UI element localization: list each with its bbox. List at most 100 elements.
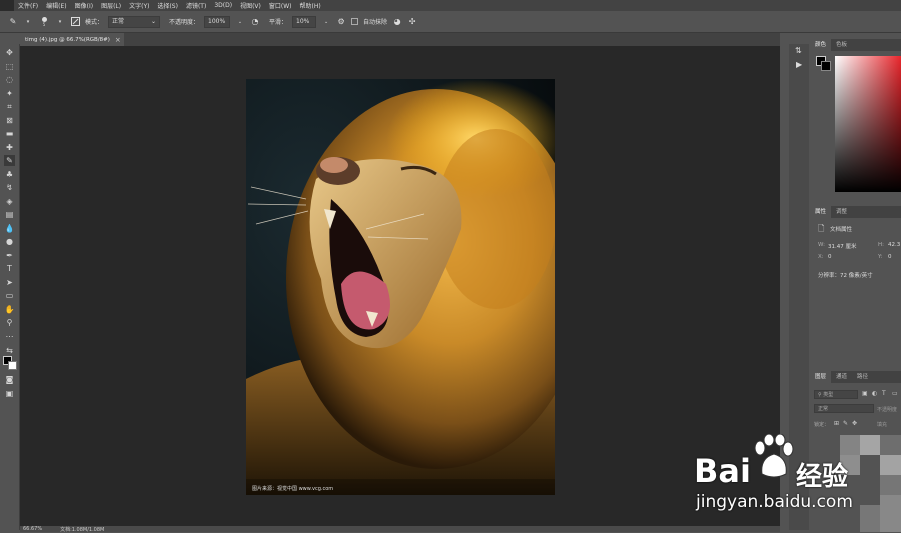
fill-label: 填充 bbox=[877, 422, 888, 428]
opacity-input[interactable]: 100% bbox=[204, 15, 231, 28]
history-panel-icon[interactable]: ⇅ bbox=[795, 46, 802, 55]
lasso-tool-icon[interactable]: ◌ bbox=[4, 74, 15, 85]
pencil-tool-icon[interactable]: ✎ bbox=[4, 155, 15, 166]
lion-photo-image bbox=[246, 79, 555, 495]
tab-paths[interactable]: 路径 bbox=[852, 371, 873, 383]
filter-shape-icon[interactable]: ▭ bbox=[892, 390, 898, 397]
path-selection-tool-icon[interactable]: ➤ bbox=[4, 277, 15, 288]
chevron-down-icon[interactable]: ⌄ bbox=[321, 17, 331, 27]
chevron-down-icon[interactable]: ▾ bbox=[23, 17, 33, 27]
y-label: Y: bbox=[878, 254, 883, 260]
rectangle-tool-icon[interactable]: ▭ bbox=[4, 290, 15, 301]
filter-type-icon[interactable]: T bbox=[882, 390, 886, 397]
layers-panel-tabs: 图层 通道 路径 bbox=[810, 371, 901, 383]
tab-adjustments[interactable]: 调整 bbox=[831, 206, 852, 218]
play-actions-icon[interactable]: ▶ bbox=[796, 60, 802, 69]
zoom-tool-icon[interactable]: ⚲ bbox=[4, 317, 15, 328]
document-tab[interactable]: timg (4).jpg @ 66.7%(RGB/8#) × bbox=[20, 33, 124, 46]
lock-paint-icon[interactable]: ✎ bbox=[843, 420, 848, 427]
filter-adjust-icon[interactable]: ◐ bbox=[872, 390, 877, 397]
menu-select[interactable]: 选择(S) bbox=[153, 1, 182, 10]
blend-mode-select[interactable]: 正常 bbox=[814, 404, 874, 413]
history-brush-tool-icon[interactable]: ↯ bbox=[4, 182, 15, 193]
tab-swatches[interactable]: 色板 bbox=[831, 39, 852, 51]
opacity-label: 不透明度： bbox=[169, 19, 200, 26]
dodge-tool-icon[interactable]: ● bbox=[4, 236, 15, 247]
quick-mask-icon[interactable]: ◙ bbox=[4, 374, 15, 385]
lock-transparent-icon[interactable]: ⊞ bbox=[834, 420, 839, 427]
move-tool-icon[interactable]: ✥ bbox=[4, 47, 15, 58]
clone-stamp-tool-icon[interactable]: ♣ bbox=[4, 169, 15, 180]
gear-icon[interactable]: ⚙ bbox=[336, 17, 346, 27]
options-bar: ✎ ▾ 5 ▾ 模式： 正常 ⌄ 不透明度： 100% ⌄ ◔ 平滑： 10% ⌄… bbox=[0, 11, 901, 33]
color-picker-field[interactable] bbox=[835, 56, 901, 192]
tab-channels[interactable]: 通道 bbox=[831, 371, 852, 383]
lock-move-icon[interactable]: ✥ bbox=[852, 420, 857, 427]
menu-layer[interactable]: 图层(L) bbox=[97, 1, 125, 10]
x-value[interactable]: 0 bbox=[828, 254, 832, 260]
background-color-swatch[interactable] bbox=[8, 361, 17, 370]
menu-bar: 文件(F) 编辑(E) 图像(I) 图层(L) 文字(Y) 选择(S) 滤镜(T… bbox=[0, 0, 901, 11]
filter-pixel-icon[interactable]: ▣ bbox=[862, 390, 868, 397]
document-icon: 🗋 bbox=[818, 224, 825, 233]
smooth-input[interactable]: 10% bbox=[292, 15, 317, 28]
photo-credit: 图片来源：视觉中国 www.vcg.com bbox=[252, 486, 334, 492]
menu-edit[interactable]: 编辑(E) bbox=[42, 1, 70, 10]
screen-mode-icon[interactable]: ▣ bbox=[4, 388, 15, 399]
height-value[interactable]: 42.3 bbox=[888, 242, 900, 248]
blend-mode-value: 正常 bbox=[818, 406, 829, 412]
chevron-down-icon[interactable]: ▾ bbox=[55, 17, 65, 27]
layer-kind-filter[interactable]: ⚲ 类型 bbox=[814, 390, 858, 399]
y-value[interactable]: 0 bbox=[888, 254, 892, 260]
menu-type[interactable]: 文字(Y) bbox=[125, 1, 153, 10]
chevron-down-icon: ⌄ bbox=[150, 17, 157, 25]
tab-color[interactable]: 颜色 bbox=[810, 39, 832, 51]
mode-label: 模式： bbox=[85, 19, 104, 26]
menu-file[interactable]: 文件(F) bbox=[14, 1, 42, 10]
magic-wand-tool-icon[interactable]: ✦ bbox=[4, 88, 15, 99]
pressure-size-icon[interactable]: ◕ bbox=[392, 17, 402, 27]
pressure-opacity-icon[interactable]: ◔ bbox=[250, 17, 260, 27]
eraser-tool-icon[interactable]: ◈ bbox=[4, 196, 15, 207]
type-tool-icon[interactable]: T bbox=[4, 263, 15, 274]
menu-help[interactable]: 帮助(H) bbox=[296, 1, 325, 10]
layer-opacity-label: 不透明度 bbox=[877, 407, 898, 413]
lion-photo[interactable]: 图片来源：视觉中国 www.vcg.com bbox=[246, 79, 555, 495]
menu-image[interactable]: 图像(I) bbox=[71, 1, 97, 10]
menu-view[interactable]: 视图(V) bbox=[236, 1, 265, 10]
brush-preset-icon[interactable]: 5 bbox=[38, 16, 50, 27]
menu-filter[interactable]: 滤镜(T) bbox=[182, 1, 210, 10]
eyedropper-tool-icon[interactable]: ▬ bbox=[4, 128, 15, 139]
x-label: X: bbox=[818, 254, 824, 260]
marquee-tool-icon[interactable]: ⬚ bbox=[4, 61, 15, 72]
layer-kind-value: 类型 bbox=[823, 392, 834, 398]
tab-properties[interactable]: 属性 bbox=[810, 206, 832, 218]
blur-tool-icon[interactable]: 💧 bbox=[4, 223, 15, 234]
symmetry-icon[interactable]: ✣ bbox=[407, 17, 417, 27]
status-bar: 66.67% 文档:1.08M/1.08M bbox=[20, 526, 780, 533]
default-colors-icon[interactable]: ⇆ bbox=[4, 345, 15, 356]
healing-brush-tool-icon[interactable]: ✚ bbox=[4, 142, 15, 153]
gradient-tool-icon[interactable]: ▤ bbox=[4, 209, 15, 220]
crop-tool-icon[interactable]: ⌗ bbox=[4, 101, 15, 112]
tab-layers[interactable]: 图层 bbox=[810, 371, 832, 383]
auto-erase-label: 自动抹除 bbox=[363, 19, 388, 26]
pencil-tool-icon[interactable]: ✎ bbox=[8, 17, 18, 27]
hand-tool-icon[interactable]: ✋ bbox=[4, 304, 15, 315]
close-icon[interactable]: × bbox=[115, 36, 121, 44]
menu-3d[interactable]: 3D(D) bbox=[210, 2, 236, 9]
more-tools-icon[interactable]: ⋯ bbox=[4, 331, 15, 342]
document-size: 文档:1.08M/1.08M bbox=[60, 526, 105, 533]
frame-tool-icon[interactable]: ⊠ bbox=[4, 115, 15, 126]
width-value[interactable]: 31.47 厘米 bbox=[828, 242, 857, 250]
auto-erase-checkbox[interactable] bbox=[351, 18, 359, 25]
brush-panel-icon[interactable] bbox=[70, 17, 80, 27]
zoom-level[interactable]: 66.67% bbox=[23, 526, 42, 532]
width-label: W: bbox=[818, 242, 825, 248]
mode-select[interactable]: 正常 ⌄ bbox=[108, 15, 161, 28]
height-label: H: bbox=[878, 242, 884, 248]
pen-tool-icon[interactable]: ✒ bbox=[4, 250, 15, 261]
menu-window[interactable]: 窗口(W) bbox=[265, 1, 296, 10]
chevron-down-icon[interactable]: ⌄ bbox=[235, 17, 245, 27]
background-color-swatch[interactable] bbox=[821, 61, 831, 71]
